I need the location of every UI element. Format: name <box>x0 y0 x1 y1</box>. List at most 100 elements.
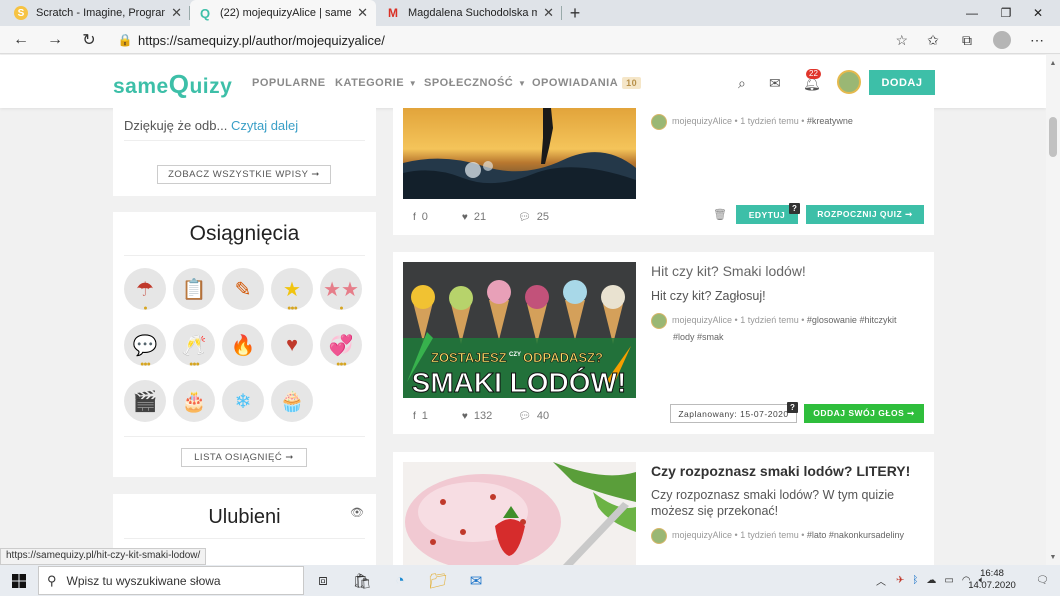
refresh-button[interactable]: ↻ <box>74 26 104 54</box>
vote-button[interactable]: ODDAJ SWÓJ GŁOS ➞ <box>804 404 924 423</box>
menu-opowiadania[interactable]: OPOWIADANIA 10 <box>532 77 642 89</box>
tags[interactable]: #kreatywne <box>807 116 853 126</box>
directors-chair-icon[interactable]: 🎬 <box>124 380 166 422</box>
comment-count[interactable]: 💬︎ 25 <box>518 211 549 223</box>
menu-spolecznosc[interactable]: SPOŁECZNOŚĆ ▼ <box>424 77 526 89</box>
eye-icon[interactable]: 👁︎ <box>350 506 364 519</box>
menu-kategorie[interactable]: KATEGORIE ▼ <box>335 77 417 89</box>
clipboard-icon[interactable]: 📋 <box>173 268 215 310</box>
cheers-icon[interactable]: 🥂 ●●● <box>173 324 215 368</box>
status-bar-link: https://samequizy.pl/hit-czy-kit-smaki-l… <box>0 548 207 565</box>
close-tab-icon[interactable]: ✕ <box>171 5 182 21</box>
logo-part: uizy <box>189 75 233 98</box>
taskbar-clock[interactable]: 16:48 14.07.2020 <box>966 568 1018 592</box>
tab-gmail[interactable]: M Magdalena Suchodolska mówi... ✕ <box>378 0 562 26</box>
collections-icon[interactable]: ⧉ <box>952 26 982 54</box>
favorites-icon[interactable]: ✩ <box>918 26 948 54</box>
quiz-meta: mojequizyAlice • 1 tydzień temu • #kreat… <box>651 113 921 130</box>
url-field[interactable]: 🔒 https://samequizy.pl/author/mojequizya… <box>112 28 912 52</box>
tags[interactable]: #lody #smak <box>673 332 724 342</box>
mail-app-icon[interactable]: ✉ <box>457 565 495 596</box>
author-avatar[interactable] <box>651 312 667 329</box>
quiz-meta: mojequizyAlice • 1 tydzień temu • #lato … <box>651 527 921 544</box>
author-avatar[interactable] <box>651 527 667 544</box>
menu-popularne[interactable]: POPULARNE <box>252 77 326 89</box>
tags[interactable]: #lato #nakonkursadeliny <box>807 530 904 540</box>
start-quiz-button[interactable]: ROZPOCZNIJ QUIZ ➞ <box>806 205 924 224</box>
tab-scratch[interactable]: S Scratch - Imagine, Program, Sha ✕ <box>6 0 190 26</box>
antivirus-icon[interactable]: ✈ <box>896 575 904 586</box>
chevron-up-icon[interactable]: ︿ <box>876 573 886 588</box>
new-tab-button[interactable]: + <box>564 0 586 26</box>
comment-count[interactable]: 💬︎ 40 <box>518 410 549 422</box>
achievements-list-button[interactable]: LISTA OSIĄGNIĘĆ ➞ <box>181 448 307 467</box>
pencil-icon[interactable]: ✎ <box>222 268 264 310</box>
help-badge[interactable]: ? <box>789 203 800 214</box>
notifications-icon[interactable]: 🗨︎ <box>1036 565 1049 596</box>
quiz-title[interactable]: Czy rozpoznasz smaki lodów? LITERY! <box>651 463 910 479</box>
blog-entries-card: Dziękuję że odb... Czytaj dalej ZOBACZ W… <box>113 108 376 196</box>
share-count[interactable]: f0 <box>413 211 428 223</box>
like-count[interactable]: ♥ 21 <box>462 211 486 223</box>
bluetooth-icon[interactable]: ᛒ <box>912 575 918 586</box>
logo-part: Q <box>168 69 190 99</box>
profile-avatar[interactable] <box>987 26 1017 54</box>
tags[interactable]: #glosowanie #hitczykit <box>807 315 897 325</box>
windows-start-button[interactable] <box>0 565 38 596</box>
taskbar-search-input[interactable]: ⚲ Wpisz tu wyszukiwane słowa <box>38 566 304 595</box>
back-button[interactable]: ← <box>6 26 36 54</box>
mail-icon[interactable]: ✉ <box>769 75 781 92</box>
search-icon[interactable]: ⌕ <box>738 75 746 92</box>
scheduled-date-button[interactable]: Zaplanowany: 15-07-2020 <box>670 404 797 423</box>
more-options-icon[interactable]: ⋯ <box>1022 26 1052 54</box>
help-badge[interactable]: ? <box>787 402 798 413</box>
edge-icon[interactable]: ◔ <box>381 565 419 596</box>
read-more-link[interactable]: Czytaj dalej <box>231 118 298 133</box>
author-name[interactable]: mojequizyAlice <box>672 530 732 540</box>
forward-button[interactable]: → <box>40 26 70 54</box>
heart-icon[interactable]: ♥ <box>271 324 313 366</box>
store-icon[interactable]: 🛍︎ <box>343 565 381 596</box>
add-button[interactable]: DODAJ <box>869 70 935 95</box>
onedrive-icon[interactable]: ☁ <box>926 575 936 586</box>
scroll-up-icon[interactable]: ▲ <box>1046 57 1060 69</box>
windows-taskbar: ⚲ Wpisz tu wyszukiwane słowa ⧈ 🛍︎ ◔ 📁︎ ✉… <box>0 565 1060 596</box>
stars-icon[interactable]: ★★ ● <box>320 268 362 312</box>
close-tab-icon[interactable]: ✕ <box>543 5 554 21</box>
fire-icon[interactable]: 🔥 <box>222 324 264 366</box>
snowflake-icon[interactable]: ❄ <box>222 380 264 422</box>
close-window-button[interactable]: ✕ <box>1016 0 1060 26</box>
like-count[interactable]: ♥ 132 <box>462 410 492 422</box>
tab-title: (22) mojequizyAlice | sameQuizy <box>220 7 352 19</box>
cake-icon[interactable]: 🎂 <box>173 380 215 422</box>
user-avatar[interactable] <box>837 70 861 94</box>
close-tab-icon[interactable]: ✕ <box>357 5 368 21</box>
author-name[interactable]: mojequizyAlice <box>672 315 732 325</box>
samequizy-logo[interactable]: sameQuizy <box>113 69 232 100</box>
divider <box>124 436 365 437</box>
scroll-down-icon[interactable]: ▼ <box>1046 551 1060 563</box>
star-icon[interactable]: ★ ●●● <box>271 268 313 312</box>
page-scrollbar[interactable]: ▲ ▼ <box>1046 55 1060 565</box>
share-count[interactable]: f1 <box>413 410 428 422</box>
favorite-star-icon[interactable]: ☆ <box>895 32 908 49</box>
umbrella-icon[interactable]: ☂ ● <box>124 268 166 312</box>
tab-samequizy[interactable]: Q (22) mojequizyAlice | sameQuizy ✕ <box>190 0 376 26</box>
battery-icon[interactable]: ▭ <box>944 575 953 586</box>
author-name[interactable]: mojequizyAlice <box>672 116 732 126</box>
file-explorer-icon[interactable]: 📁︎ <box>419 565 457 596</box>
quiz-title[interactable]: Hit czy kit? Smaki lodów! <box>651 263 806 279</box>
trash-icon[interactable]: 🗑︎ <box>713 208 727 221</box>
all-entries-button[interactable]: ZOBACZ WSZYSTKIE WPISY ➞ <box>157 165 331 184</box>
comments-icon: 💬︎ <box>518 211 531 223</box>
author-avatar[interactable] <box>651 113 667 130</box>
hearts-icon[interactable]: 💞 ●●● <box>320 324 362 368</box>
coins-icon: ● <box>143 305 147 312</box>
quiz-thumbnail[interactable] <box>403 108 636 199</box>
scrollbar-thumb[interactable] <box>1049 117 1057 157</box>
cupcake-icon[interactable]: 🧁 <box>271 380 313 422</box>
quiz-thumbnail[interactable]: ZOSTAJESZ CZY ODPADASZ? SMAKI LODÓW! <box>403 262 636 398</box>
quiz-thumbnail[interactable] <box>403 462 636 565</box>
task-view-icon[interactable]: ⧈ <box>304 565 342 596</box>
chat-bubble-icon[interactable]: 💬 ●●● <box>124 324 166 368</box>
